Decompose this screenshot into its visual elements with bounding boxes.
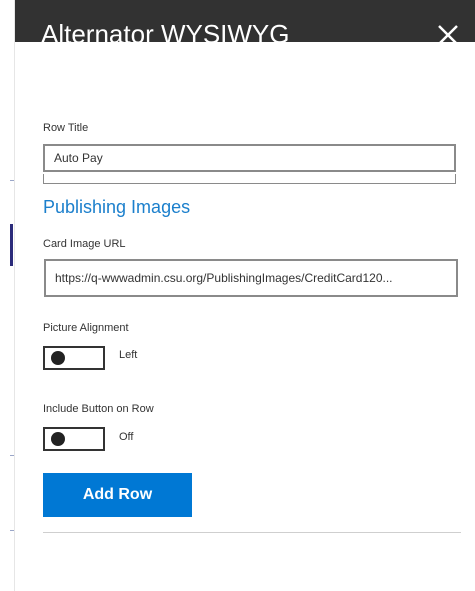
card-image-url-input[interactable]: https://q-wwwadmin.csu.org/PublishingIma… <box>44 259 458 297</box>
include-button-label: Include Button on Row <box>43 403 154 415</box>
panel-divider <box>43 532 461 533</box>
include-button-value: Off <box>119 431 134 443</box>
background-divider <box>10 180 14 181</box>
alternator-panel: Alternator WYSIWYG Row Title Auto Pay Pu… <box>15 0 475 591</box>
background-page-strip <box>0 0 15 591</box>
row-title-underline <box>43 174 456 184</box>
panel-title: Alternator WYSIWYG <box>41 19 290 42</box>
row-title-label: Row Title <box>43 122 89 134</box>
toggle-knob <box>51 432 65 446</box>
background-divider <box>10 530 14 531</box>
picture-alignment-label: Picture Alignment <box>43 322 129 334</box>
toggle-knob <box>51 351 65 365</box>
row-title-input[interactable]: Auto Pay <box>43 144 456 172</box>
picture-alignment-value: Left <box>119 349 138 361</box>
panel-header: Alternator WYSIWYG <box>15 0 475 42</box>
include-button-toggle[interactable] <box>43 427 105 451</box>
close-icon[interactable] <box>435 18 461 42</box>
background-accent-mark <box>10 224 13 266</box>
publishing-images-heading: Publishing Images <box>43 197 191 217</box>
card-image-url-label: Card Image URL <box>43 238 126 250</box>
add-row-button[interactable]: Add Row <box>43 473 192 517</box>
background-divider <box>10 455 14 456</box>
picture-alignment-toggle[interactable] <box>43 346 105 370</box>
